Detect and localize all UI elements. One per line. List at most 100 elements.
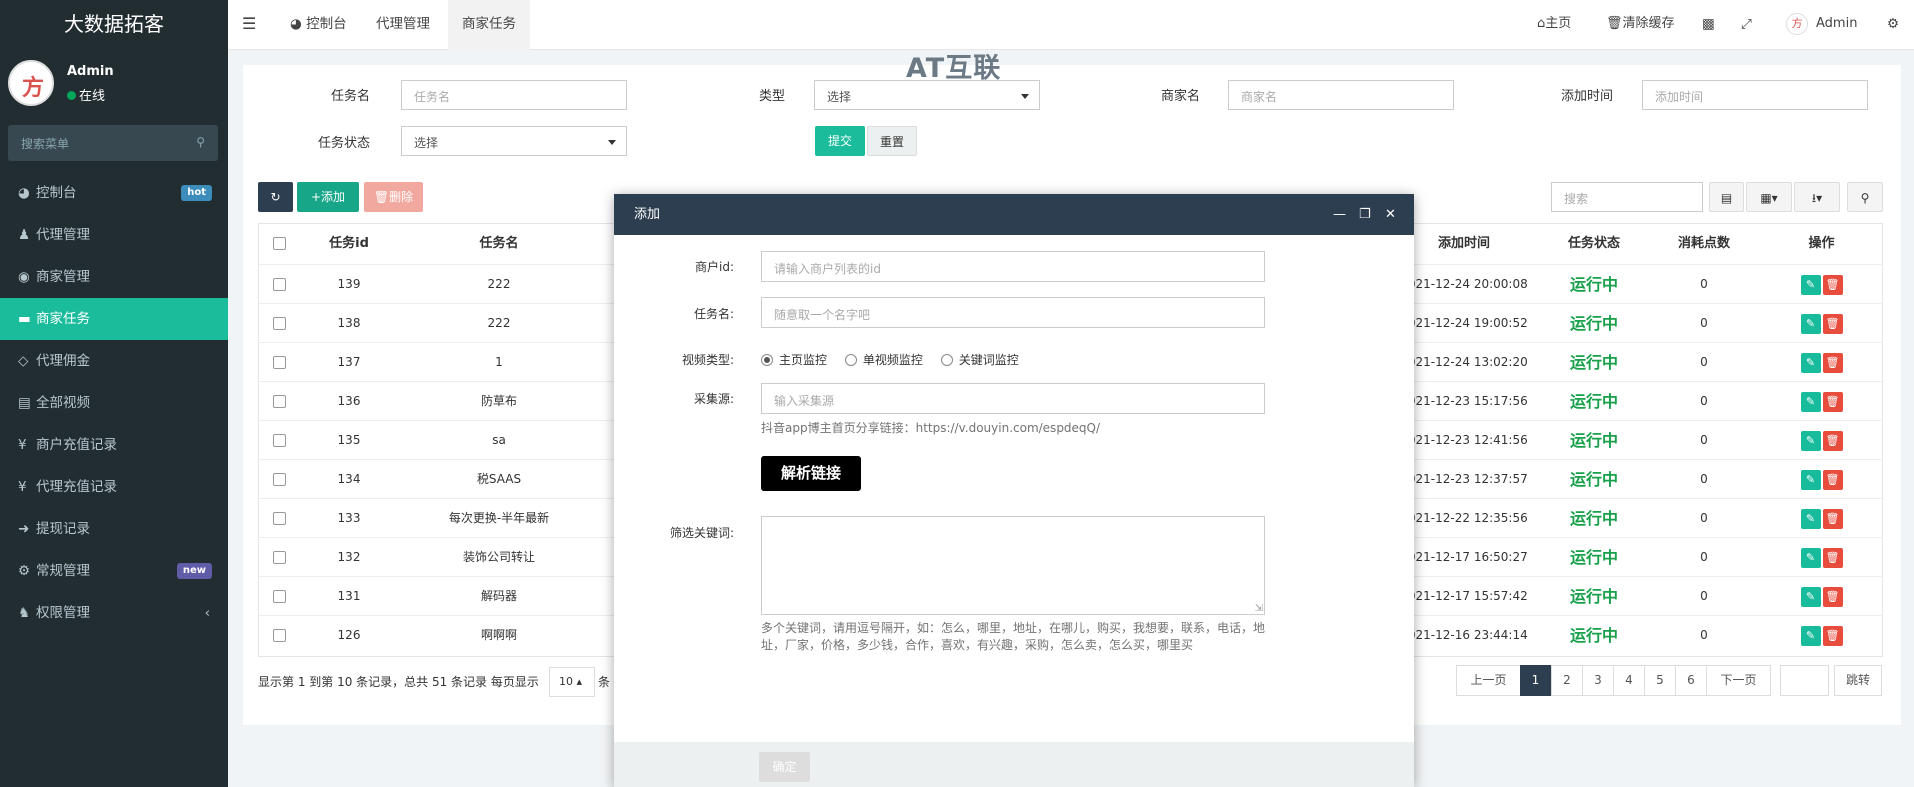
- row-checkbox[interactable]: [272, 395, 286, 408]
- clear-cache-button[interactable]: 🗑清除缓存: [1606, 0, 1675, 50]
- page-button-3[interactable]: 3: [1582, 665, 1614, 696]
- edit-button[interactable]: ✎: [1800, 469, 1821, 490]
- radio-single-video-monitor[interactable]: 单视频监控: [844, 353, 923, 367]
- settings-icon[interactable]: ⚙: [1887, 0, 1899, 50]
- export-button[interactable]: ⭳▾: [1794, 182, 1840, 212]
- menu-search-input[interactable]: 搜索菜单 ⚲: [8, 125, 218, 161]
- sidebar-item-agent-management[interactable]: ♟ 代理管理: [0, 214, 228, 256]
- delete-row-button[interactable]: 🗑: [1822, 430, 1843, 451]
- columns-button[interactable]: ▦▾: [1746, 182, 1792, 212]
- page-button-6[interactable]: 6: [1675, 665, 1707, 696]
- sidebar-item-withdraw-records[interactable]: ➜ 提现记录: [0, 508, 228, 550]
- delete-row-button[interactable]: 🗑: [1822, 352, 1843, 373]
- tab-agent-management[interactable]: 代理管理: [376, 0, 430, 50]
- row-checkbox[interactable]: [272, 590, 286, 603]
- page-size-select[interactable]: 10 ▴: [549, 667, 595, 697]
- reset-button[interactable]: 重置: [867, 126, 917, 156]
- edit-button[interactable]: ✎: [1800, 274, 1821, 295]
- page-button-4[interactable]: 4: [1613, 665, 1645, 696]
- page-button-2[interactable]: 2: [1551, 665, 1583, 696]
- home-link[interactable]: ⌂主页: [1537, 0, 1571, 50]
- close-icon[interactable]: ✕: [1385, 194, 1396, 235]
- delete-row-button[interactable]: 🗑: [1822, 586, 1843, 607]
- translate-icon[interactable]: ▩: [1702, 0, 1715, 50]
- table-search-input[interactable]: 搜索: [1551, 182, 1703, 212]
- tab-dashboard[interactable]: ◕ 控制台: [290, 0, 347, 50]
- header-task-id[interactable]: 任务id: [299, 224, 399, 264]
- delete-row-button[interactable]: 🗑: [1822, 313, 1843, 334]
- submit-button[interactable]: 提交: [815, 126, 865, 156]
- page-button-5[interactable]: 5: [1644, 665, 1676, 696]
- row-checkbox[interactable]: [272, 512, 286, 525]
- delete-row-button[interactable]: 🗑: [1822, 469, 1843, 490]
- confirm-button[interactable]: 确定: [759, 752, 810, 782]
- sidebar-item-general-management[interactable]: ⚙ 常规管理 new: [0, 550, 228, 592]
- sidebar-item-merchant-recharge[interactable]: ¥ 商户充值记录: [0, 424, 228, 466]
- prev-page-button[interactable]: 上一页: [1456, 665, 1521, 696]
- merchant-id-input[interactable]: 请输入商户列表的id: [761, 251, 1265, 282]
- refresh-button[interactable]: ↻: [258, 182, 293, 212]
- edit-button[interactable]: ✎: [1800, 430, 1821, 451]
- header-task-name[interactable]: 任务名: [399, 224, 599, 264]
- radio-keyword-monitor[interactable]: 关键词监控: [940, 353, 1019, 367]
- select-all-checkbox[interactable]: [272, 237, 286, 250]
- jump-page-input[interactable]: [1780, 665, 1829, 696]
- row-checkbox[interactable]: [272, 434, 286, 447]
- menu-toggle-icon[interactable]: ☰: [242, 0, 256, 50]
- fullscreen-icon[interactable]: ⤢: [1741, 0, 1752, 50]
- edit-button[interactable]: ✎: [1800, 313, 1821, 334]
- delete-row-button[interactable]: 🗑: [1822, 508, 1843, 529]
- radio-homepage-monitor[interactable]: 主页监控: [761, 353, 827, 367]
- filter-task-name-input[interactable]: 任务名: [401, 80, 627, 110]
- search-icon[interactable]: ⚲: [196, 135, 205, 149]
- resize-handle-icon[interactable]: ⇲: [1255, 603, 1263, 614]
- edit-button[interactable]: ✎: [1800, 586, 1821, 607]
- sidebar-item-all-videos[interactable]: ▤ 全部视频: [0, 382, 228, 424]
- toggle-view-button[interactable]: ▤: [1709, 182, 1744, 212]
- add-button[interactable]: +添加: [297, 182, 359, 212]
- admin-menu[interactable]: 方 Admin: [1786, 0, 1857, 50]
- edit-button[interactable]: ✎: [1800, 391, 1821, 412]
- next-page-button[interactable]: 下一页: [1706, 665, 1771, 696]
- edit-button[interactable]: ✎: [1800, 547, 1821, 568]
- row-checkbox[interactable]: [272, 551, 286, 564]
- header-points[interactable]: 消耗点数: [1649, 224, 1759, 264]
- row-checkbox[interactable]: [272, 473, 286, 486]
- task-id-cell: 137: [337, 355, 361, 369]
- filter-add-time-input[interactable]: 添加时间: [1642, 80, 1868, 110]
- row-checkbox[interactable]: [272, 356, 286, 369]
- advanced-search-button[interactable]: ⚲: [1847, 182, 1883, 212]
- brand-logo[interactable]: 大数据拓客: [0, 0, 228, 50]
- sidebar-item-permission-management[interactable]: ♞ 权限管理 ‹: [0, 592, 228, 634]
- edit-button[interactable]: ✎: [1800, 508, 1821, 529]
- sidebar-item-dashboard[interactable]: ◕ 控制台 hot: [0, 172, 228, 214]
- row-checkbox[interactable]: [272, 278, 286, 291]
- tab-merchant-tasks[interactable]: 商家任务: [448, 0, 530, 50]
- chevron-left-icon[interactable]: ‹: [205, 592, 210, 634]
- filter-merchant-input[interactable]: 商家名: [1228, 80, 1454, 110]
- minimize-icon[interactable]: —: [1333, 194, 1346, 235]
- delete-row-button[interactable]: 🗑: [1822, 274, 1843, 295]
- source-input[interactable]: 输入采集源: [761, 383, 1265, 414]
- sidebar-item-agent-commission[interactable]: ◇ 代理佣金: [0, 340, 228, 382]
- keywords-textarea[interactable]: ⇲: [761, 516, 1265, 615]
- edit-button[interactable]: ✎: [1800, 625, 1821, 646]
- jump-button[interactable]: 跳转: [1834, 665, 1882, 696]
- task-name-input[interactable]: 随意取一个名字吧: [761, 297, 1265, 328]
- edit-button[interactable]: ✎: [1800, 352, 1821, 373]
- delete-row-button[interactable]: 🗑: [1822, 391, 1843, 412]
- delete-row-button[interactable]: 🗑: [1822, 547, 1843, 568]
- delete-button[interactable]: 🗑删除: [364, 182, 423, 212]
- parse-link-button[interactable]: 解析链接: [761, 456, 861, 491]
- row-checkbox[interactable]: [272, 629, 286, 642]
- header-task-status[interactable]: 任务状态: [1539, 224, 1649, 264]
- sidebar-item-agent-recharge[interactable]: ¥ 代理充值记录: [0, 466, 228, 508]
- delete-row-button[interactable]: 🗑: [1822, 625, 1843, 646]
- filter-type-select[interactable]: 选择: [814, 80, 1040, 110]
- filter-task-status-select[interactable]: 选择: [401, 126, 627, 156]
- sidebar-item-merchant-tasks[interactable]: ▬ 商家任务: [0, 298, 228, 340]
- row-checkbox[interactable]: [272, 317, 286, 330]
- maximize-icon[interactable]: ❐: [1359, 194, 1371, 235]
- sidebar-item-merchant-management[interactable]: ◉ 商家管理: [0, 256, 228, 298]
- page-button-1[interactable]: 1: [1520, 665, 1551, 696]
